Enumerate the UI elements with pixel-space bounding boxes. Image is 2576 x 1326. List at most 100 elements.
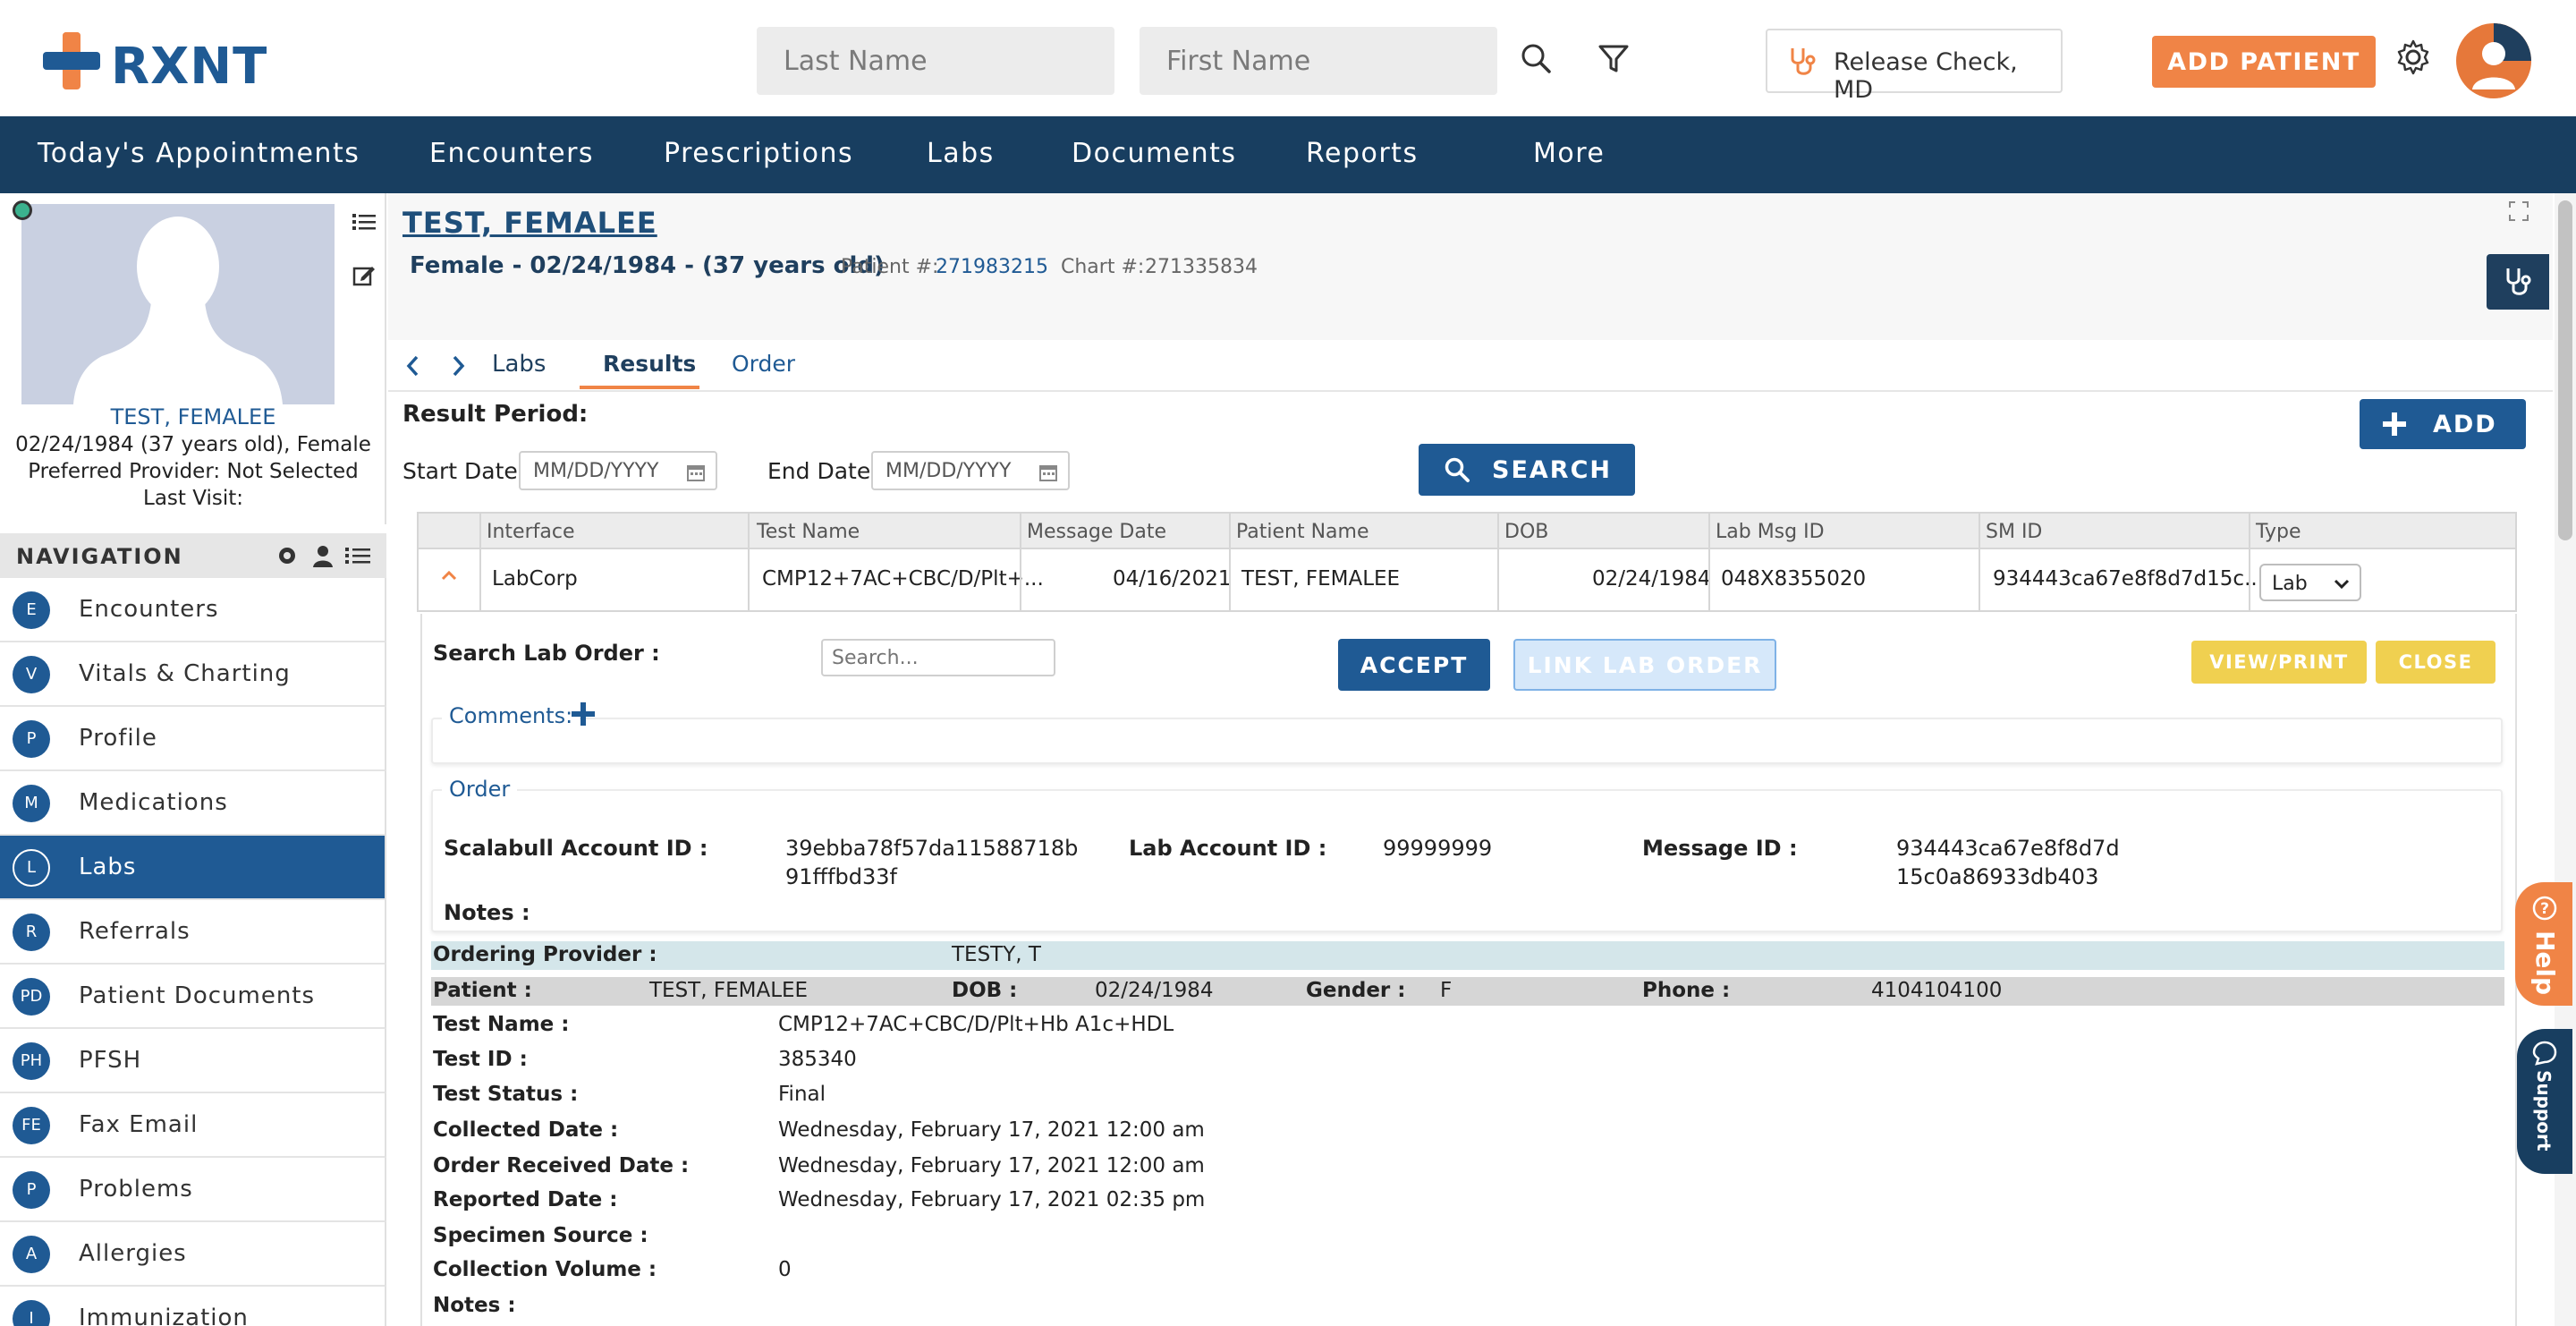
- help-label: Help: [2530, 931, 2560, 996]
- search-button[interactable]: SEARCH: [1419, 444, 1635, 496]
- end-date-input[interactable]: MM/DD/YYYY: [871, 451, 1070, 490]
- sidebar-item-labs[interactable]: L Labs: [0, 836, 386, 900]
- patient-number[interactable]: 271983215: [936, 256, 1048, 278]
- col-divider: [1979, 549, 1980, 610]
- sidebar-item-encounters[interactable]: E Encounters: [0, 578, 386, 642]
- patient-dob-line: 02/24/1984 (37 years old), Female: [15, 433, 371, 456]
- nav-reports[interactable]: Reports: [1306, 138, 1419, 169]
- nav-encounters[interactable]: Encounters: [429, 138, 594, 169]
- table-row[interactable]: LabCorp CMP12+7AC+CBC/D/Plt+... 04/16/20…: [417, 549, 2517, 612]
- add-comment-plus-icon[interactable]: [571, 701, 596, 727]
- message-id-value-2: 15c0a86933db403: [1896, 864, 2099, 889]
- nav-more[interactable]: More: [1533, 138, 1605, 169]
- col-message-date[interactable]: Message Date: [1027, 521, 1166, 543]
- question-icon: ?: [2532, 896, 2557, 921]
- first-name-input[interactable]: [1140, 27, 1497, 95]
- col-interface[interactable]: Interface: [487, 521, 575, 543]
- patient-number-label: Patient #:: [841, 256, 939, 278]
- end-date-placeholder: MM/DD/YYYY: [886, 460, 1012, 482]
- patient-title[interactable]: TEST, FEMALEE: [402, 206, 657, 240]
- nav-labs[interactable]: Labs: [927, 138, 995, 169]
- sidebar-item-problems[interactable]: P Problems: [0, 1158, 386, 1222]
- add-patient-button[interactable]: ADD PATIENT: [2152, 36, 2376, 88]
- comments-label: Comments:: [442, 703, 580, 728]
- chevron-left-icon[interactable]: [404, 354, 422, 378]
- col-divider: [1497, 549, 1499, 610]
- sidebar-item-label: Medications: [79, 789, 228, 816]
- col-test-name[interactable]: Test Name: [757, 521, 860, 543]
- chevron-right-icon[interactable]: [449, 354, 467, 378]
- filter-icon[interactable]: [1594, 39, 1633, 79]
- link-lab-order-button[interactable]: LINK LAB ORDER: [1513, 639, 1776, 691]
- clinical-tools-button[interactable]: [2487, 254, 2549, 310]
- close-button[interactable]: CLOSE: [2376, 641, 2496, 684]
- list-icon[interactable]: [345, 544, 370, 567]
- person-icon[interactable]: [311, 544, 335, 567]
- col-sm-id[interactable]: SM ID: [1986, 521, 2042, 543]
- search-lab-order-input[interactable]: [821, 639, 1055, 676]
- nav-prescriptions[interactable]: Prescriptions: [664, 138, 853, 169]
- app-header: RXNT Release Check, MD ADD PATIENT: [0, 0, 2576, 116]
- search-icon: [1445, 457, 1470, 482]
- results-table-header: Interface Test Name Message Date Patient…: [417, 512, 2517, 549]
- type-select-value: Lab: [2272, 573, 2308, 595]
- sidebar-item-label: Fax Email: [79, 1111, 199, 1138]
- col-type[interactable]: Type: [2256, 521, 2301, 543]
- col-dob[interactable]: DOB: [1504, 521, 1548, 543]
- cell-lab-msg-id: 048X8355020: [1721, 567, 1867, 591]
- user-avatar[interactable]: [2456, 23, 2531, 98]
- patient-name-link[interactable]: TEST, FEMALEE: [0, 404, 386, 429]
- accept-button[interactable]: ACCEPT: [1338, 639, 1490, 691]
- support-label: Support: [2533, 1070, 2555, 1152]
- last-name-input[interactable]: [757, 27, 1114, 95]
- message-id-label: Message ID :: [1642, 836, 1798, 861]
- plus-icon: [2383, 412, 2406, 436]
- breadcrumb-labs[interactable]: Labs: [492, 351, 546, 378]
- sidebar-item-medications[interactable]: M Medications: [0, 771, 386, 836]
- lab-account-value: 99999999: [1383, 836, 1493, 861]
- scalabull-account-value-1: 39ebba78f57da11588718b: [785, 836, 1079, 861]
- sidebar-item-pfsh[interactable]: PH PFSH: [0, 1029, 386, 1093]
- col-divider: [748, 514, 750, 548]
- sidebar-item-profile[interactable]: P Profile: [0, 707, 386, 771]
- support-tab[interactable]: Support: [2517, 1029, 2572, 1174]
- type-select[interactable]: Lab: [2259, 564, 2361, 601]
- view-print-button[interactable]: VIEW/PRINT: [2191, 641, 2367, 684]
- gear-icon[interactable]: [2394, 38, 2433, 77]
- expand-icon[interactable]: [2508, 200, 2529, 222]
- order-section: [431, 789, 2503, 932]
- scrollbar-thumb[interactable]: [2558, 200, 2572, 540]
- col-divider: [1229, 549, 1231, 610]
- gear-icon[interactable]: [275, 544, 299, 567]
- add-lab-button[interactable]: ADD: [2360, 399, 2526, 449]
- band-gender-label: Gender :: [1306, 979, 1406, 1002]
- list-icon[interactable]: [352, 211, 376, 233]
- sidebar-item-allergies[interactable]: A Allergies: [0, 1222, 386, 1287]
- sidebar-item-referrals[interactable]: R Referrals: [0, 900, 386, 965]
- nav-documents[interactable]: Documents: [1072, 138, 1237, 169]
- sidebar-item-immunization[interactable]: I Immunization: [0, 1287, 386, 1326]
- chevron-up-icon[interactable]: [440, 569, 458, 582]
- preferred-provider-line: Preferred Provider: Not Selected: [28, 460, 359, 483]
- sidebar-item-fax-email[interactable]: FE Fax Email: [0, 1093, 386, 1158]
- edit-icon[interactable]: [352, 263, 376, 286]
- nav-todays-appointments[interactable]: Today's Appointments: [38, 138, 360, 169]
- main-navbar: Today's Appointments Encounters Prescrip…: [0, 116, 2576, 276]
- calendar-icon[interactable]: [1039, 463, 1057, 481]
- test-name-label: Test Name :: [433, 1013, 570, 1036]
- sidebar-item-vitals[interactable]: V Vitals & Charting: [0, 642, 386, 707]
- col-patient-name[interactable]: Patient Name: [1236, 521, 1369, 543]
- search-icon[interactable]: [1517, 39, 1556, 79]
- provider-selector[interactable]: Release Check, MD: [1766, 29, 2063, 104]
- col-lab-msg-id[interactable]: Lab Msg ID: [1716, 521, 1825, 543]
- help-tab[interactable]: ? Help: [2515, 882, 2572, 1006]
- start-date-input[interactable]: MM/DD/YYYY: [519, 451, 717, 490]
- sidebar-badge: A: [13, 1236, 50, 1273]
- tab-order[interactable]: Order: [732, 351, 795, 377]
- sidebar-item-patient-documents[interactable]: PD Patient Documents: [0, 965, 386, 1029]
- band-patient-value: TEST, FEMALEE: [649, 979, 809, 1002]
- tab-results[interactable]: Results: [603, 351, 696, 377]
- rxnt-logo-icon[interactable]: [43, 32, 100, 89]
- cell-dob: 02/24/1984: [1592, 567, 1711, 591]
- calendar-icon[interactable]: [687, 463, 705, 481]
